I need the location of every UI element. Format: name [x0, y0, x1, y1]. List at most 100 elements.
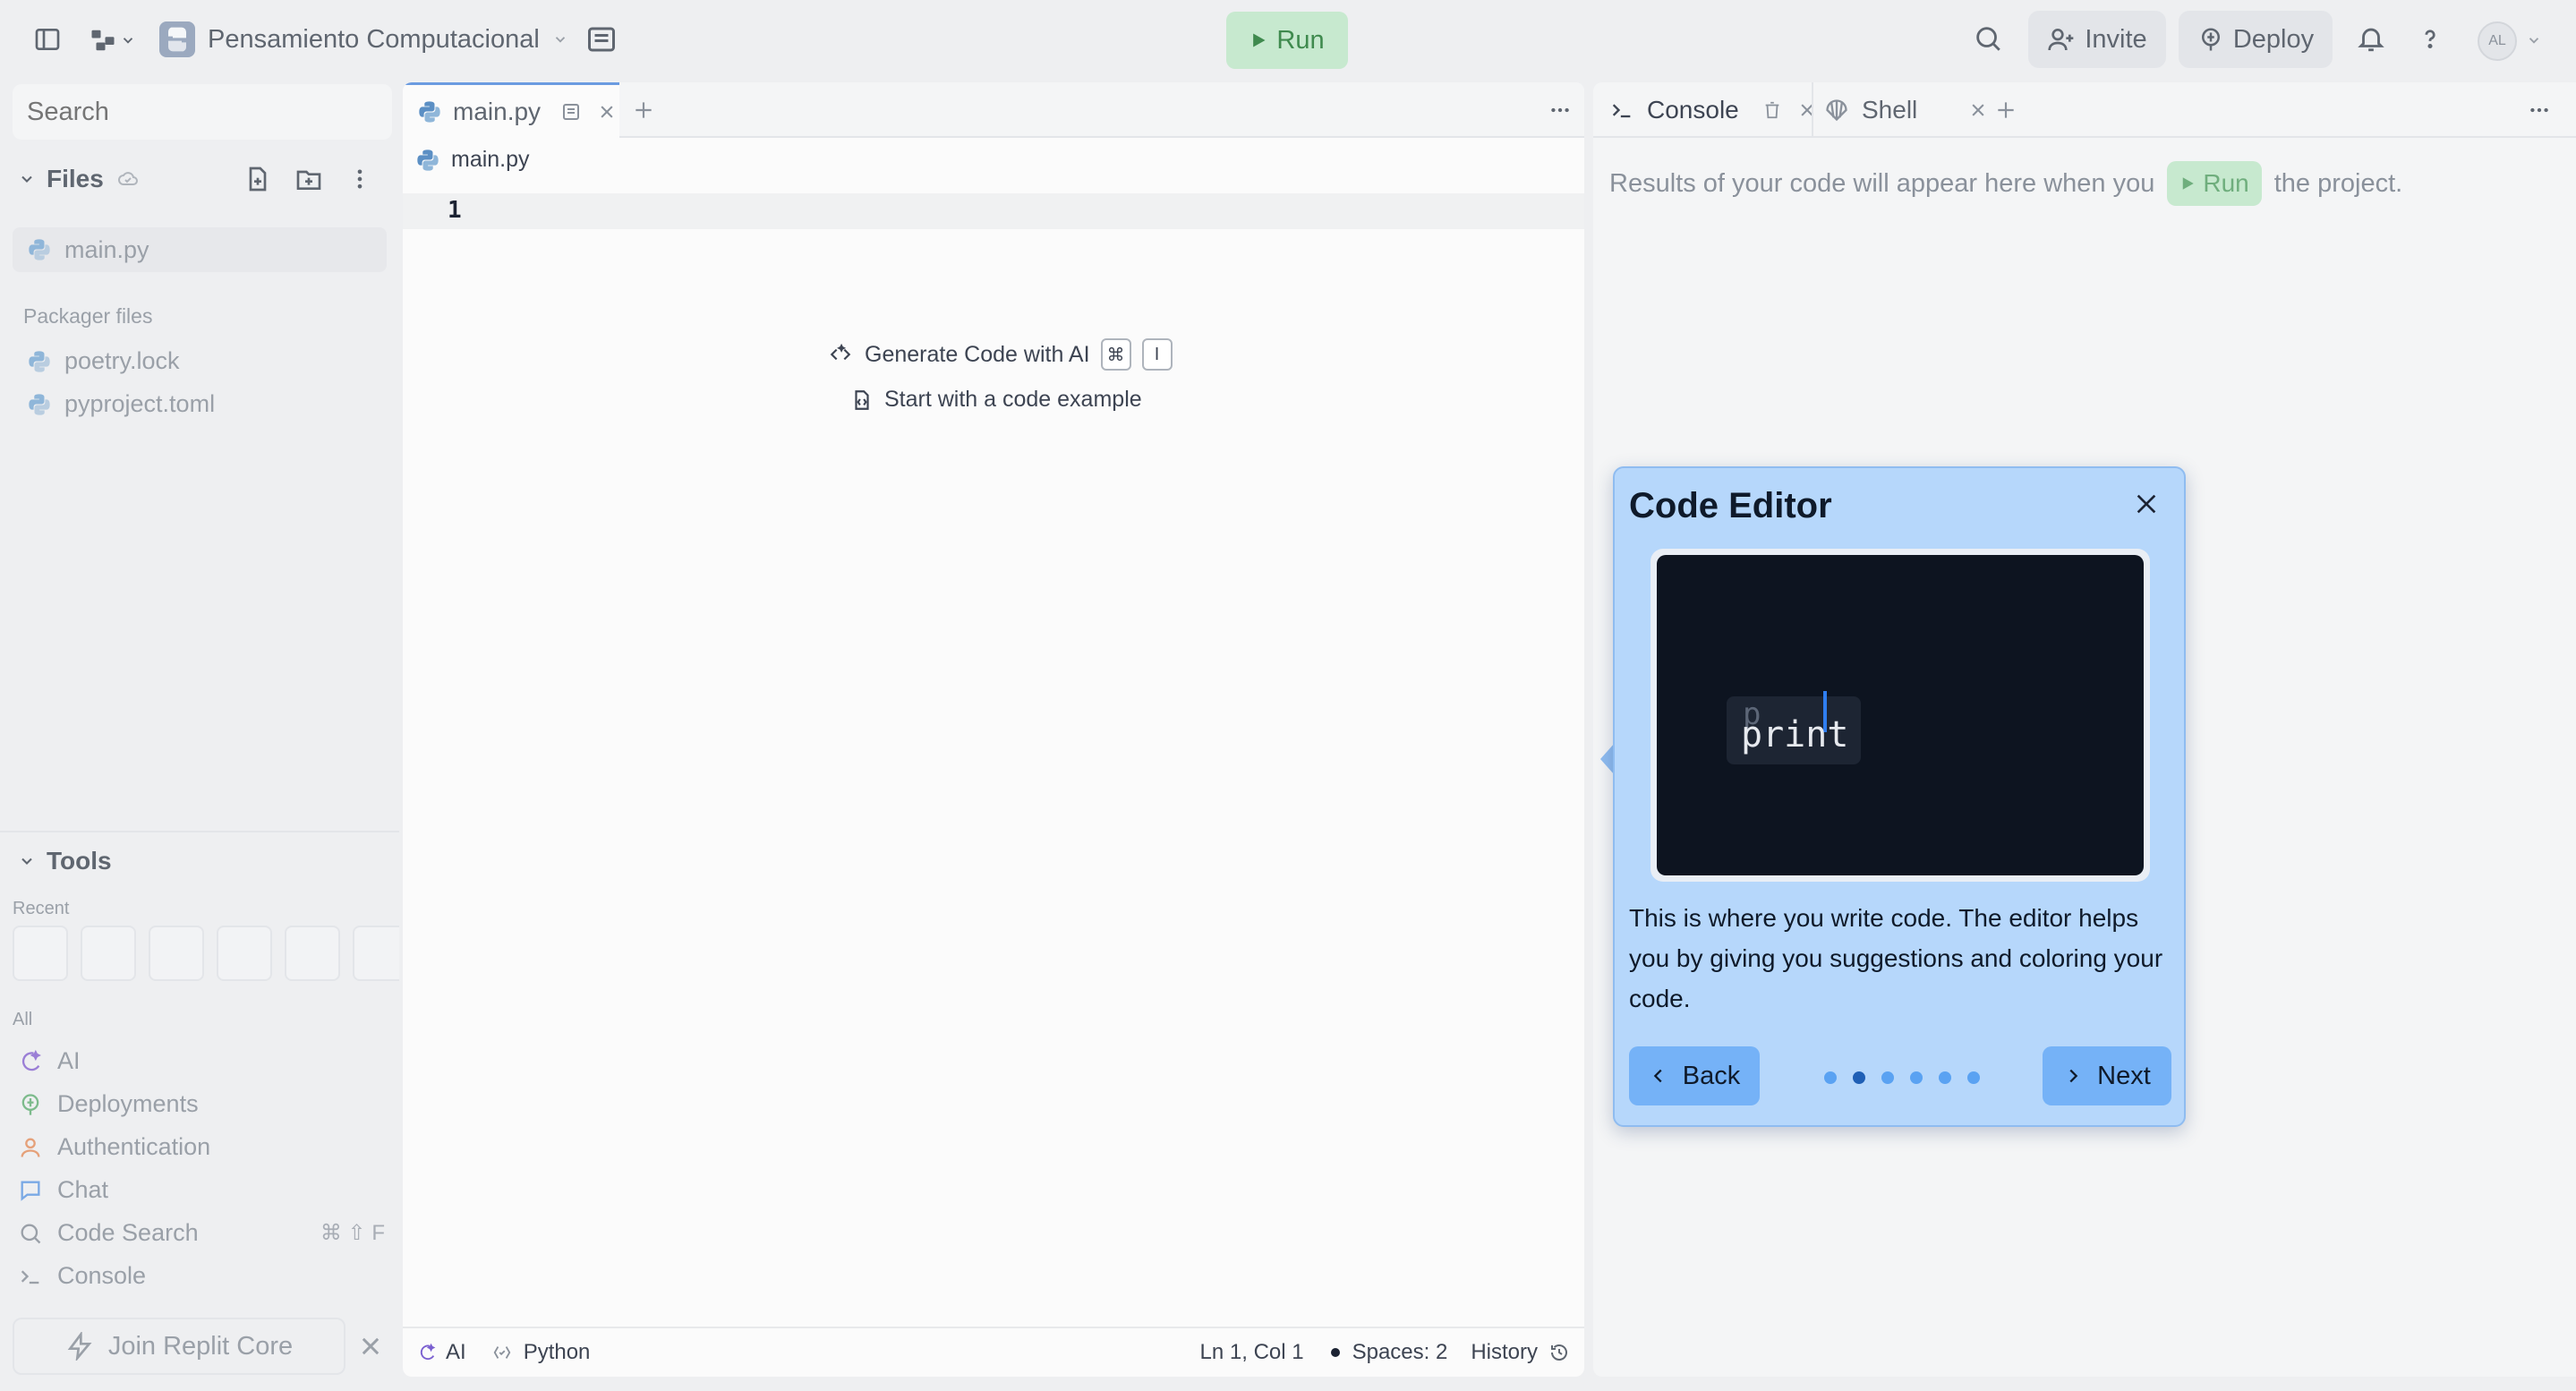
- recent-tool-slot[interactable]: [353, 926, 399, 981]
- help-icon[interactable]: [2415, 23, 2445, 54]
- recent-tool-slot[interactable]: [149, 926, 204, 981]
- suggestion-text: print: [1741, 714, 1849, 755]
- file-item-pyproject[interactable]: pyproject.toml: [27, 390, 215, 418]
- workspace-menu-icon[interactable]: [90, 27, 116, 54]
- bolt-icon: [65, 1332, 94, 1361]
- divider: [0, 831, 399, 832]
- kbd-i: I: [1141, 338, 1173, 371]
- recent-tool-slot[interactable]: [81, 926, 136, 981]
- tour-title: Code Editor: [1629, 486, 1832, 525]
- project-selector[interactable]: Pensamiento Computacional: [159, 20, 568, 59]
- chevron-down-icon: [18, 170, 36, 188]
- step-dot[interactable]: [1824, 1071, 1837, 1084]
- invite-label: Invite: [2085, 24, 2147, 54]
- active-line[interactable]: [403, 193, 1584, 229]
- python-file-icon: [27, 349, 52, 374]
- run-label: Run: [1276, 25, 1325, 55]
- keyboard-shortcut: ⌘ ⇧ F: [320, 1221, 385, 1245]
- files-section-header[interactable]: Files: [18, 165, 141, 193]
- file-item-main[interactable]: main.py: [13, 227, 387, 272]
- step-dot[interactable]: [1939, 1071, 1951, 1084]
- chevron-down-icon[interactable]: [120, 32, 136, 48]
- file-item-poetry-lock[interactable]: poetry.lock: [27, 347, 180, 375]
- python-file-icon: [417, 99, 442, 124]
- terminal-icon: [18, 1264, 43, 1289]
- tools-section-header[interactable]: Tools: [18, 847, 112, 875]
- run-button[interactable]: Run: [1226, 12, 1348, 69]
- generate-code-ai-hint[interactable]: Generate Code with AI ⌘ I: [827, 338, 1173, 371]
- close-icon[interactable]: [358, 1334, 383, 1359]
- close-icon[interactable]: [2132, 490, 2161, 518]
- code-example-hint[interactable]: Start with a code example: [850, 387, 1142, 413]
- search-icon[interactable]: [1973, 23, 2003, 54]
- tool-item-code-search[interactable]: Code Search ⌘ ⇧ F: [18, 1219, 385, 1247]
- status-spaces[interactable]: Spaces: 2: [1352, 1340, 1448, 1365]
- tab-console-label: Console: [1647, 96, 1739, 124]
- tool-label: Chat: [57, 1176, 109, 1203]
- breadcrumb: main.py: [415, 147, 530, 173]
- recent-tool-slot[interactable]: [217, 926, 272, 981]
- next-button[interactable]: Next: [2043, 1046, 2171, 1105]
- project-info-icon[interactable]: [585, 23, 618, 55]
- generate-hint-label: Generate Code with AI: [865, 341, 1090, 367]
- new-folder-icon[interactable]: [294, 165, 324, 193]
- trash-icon[interactable]: [1762, 99, 1782, 121]
- join-replit-core-button[interactable]: Join Replit Core: [13, 1318, 345, 1375]
- tool-item-ai[interactable]: AI: [18, 1047, 385, 1075]
- file-name: main.py: [64, 235, 149, 263]
- recent-tools: [13, 926, 399, 985]
- tab-divider: [1812, 82, 1813, 138]
- tab-main-py[interactable]: main.py: [403, 82, 619, 138]
- back-label: Back: [1682, 1061, 1741, 1090]
- status-ai[interactable]: AI: [446, 1340, 466, 1365]
- tool-label: Authentication: [57, 1133, 211, 1160]
- join-label: Join Replit Core: [107, 1331, 294, 1361]
- status-cursor-position[interactable]: Ln 1, Col 1: [1200, 1340, 1304, 1365]
- tool-item-deployments[interactable]: Deployments: [18, 1090, 385, 1118]
- tab-console[interactable]: Console: [1609, 82, 1816, 138]
- recent-tool-slot[interactable]: [285, 926, 340, 981]
- tab-shell[interactable]: Shell: [1824, 82, 1987, 138]
- recent-tool-slot[interactable]: [13, 926, 68, 981]
- close-icon[interactable]: [1969, 101, 1987, 119]
- chevron-down-icon[interactable]: [2526, 32, 2542, 48]
- back-button[interactable]: Back: [1629, 1046, 1760, 1105]
- step-dot[interactable]: [1910, 1071, 1923, 1084]
- new-tab-icon[interactable]: [1994, 98, 2017, 122]
- tour-description: This is where you write code. The editor…: [1629, 904, 2163, 1012]
- more-vertical-icon[interactable]: [347, 165, 372, 193]
- status-dot: [1330, 1348, 1340, 1357]
- new-file-icon[interactable]: [243, 165, 272, 193]
- status-history[interactable]: History: [1471, 1340, 1538, 1365]
- tab-shell-label: Shell: [1862, 96, 1918, 124]
- play-icon: [2179, 175, 2196, 192]
- step-dot[interactable]: [1967, 1071, 1980, 1084]
- inline-run-button[interactable]: Run: [2167, 161, 2262, 206]
- avatar[interactable]: AL: [2478, 21, 2517, 61]
- bell-icon[interactable]: [2356, 23, 2386, 54]
- deploy-button[interactable]: Deploy: [2179, 11, 2333, 68]
- new-tab-icon[interactable]: [632, 98, 655, 122]
- more-horizontal-icon[interactable]: [1547, 98, 1574, 122]
- tab-label: main.py: [453, 97, 542, 125]
- tool-item-authentication[interactable]: Authentication: [18, 1133, 385, 1161]
- step-dot-active[interactable]: [1853, 1071, 1865, 1084]
- editor-tab-bar: main.py: [403, 82, 1584, 138]
- tools-heading: Tools: [47, 847, 112, 875]
- status-language[interactable]: Python: [524, 1340, 591, 1365]
- tool-item-console[interactable]: Console: [18, 1262, 385, 1290]
- project-name-label: Pensamiento Computacional: [208, 24, 540, 54]
- sidebar-toggle-icon[interactable]: [32, 25, 63, 54]
- sidebar: Files main.py Packager files poetry.lock…: [0, 79, 399, 1391]
- split-view-icon[interactable]: [560, 101, 582, 123]
- invite-button[interactable]: Invite: [2028, 11, 2166, 68]
- search-input[interactable]: [13, 84, 392, 140]
- tool-item-chat[interactable]: Chat: [18, 1176, 385, 1204]
- tool-label: AI: [57, 1047, 81, 1074]
- more-horizontal-icon[interactable]: [2526, 98, 2553, 122]
- next-label: Next: [2097, 1061, 2151, 1090]
- close-icon[interactable]: [598, 103, 616, 121]
- history-icon[interactable]: [1548, 1342, 1570, 1363]
- breadcrumb-file[interactable]: main.py: [451, 147, 530, 173]
- step-dot[interactable]: [1881, 1071, 1894, 1084]
